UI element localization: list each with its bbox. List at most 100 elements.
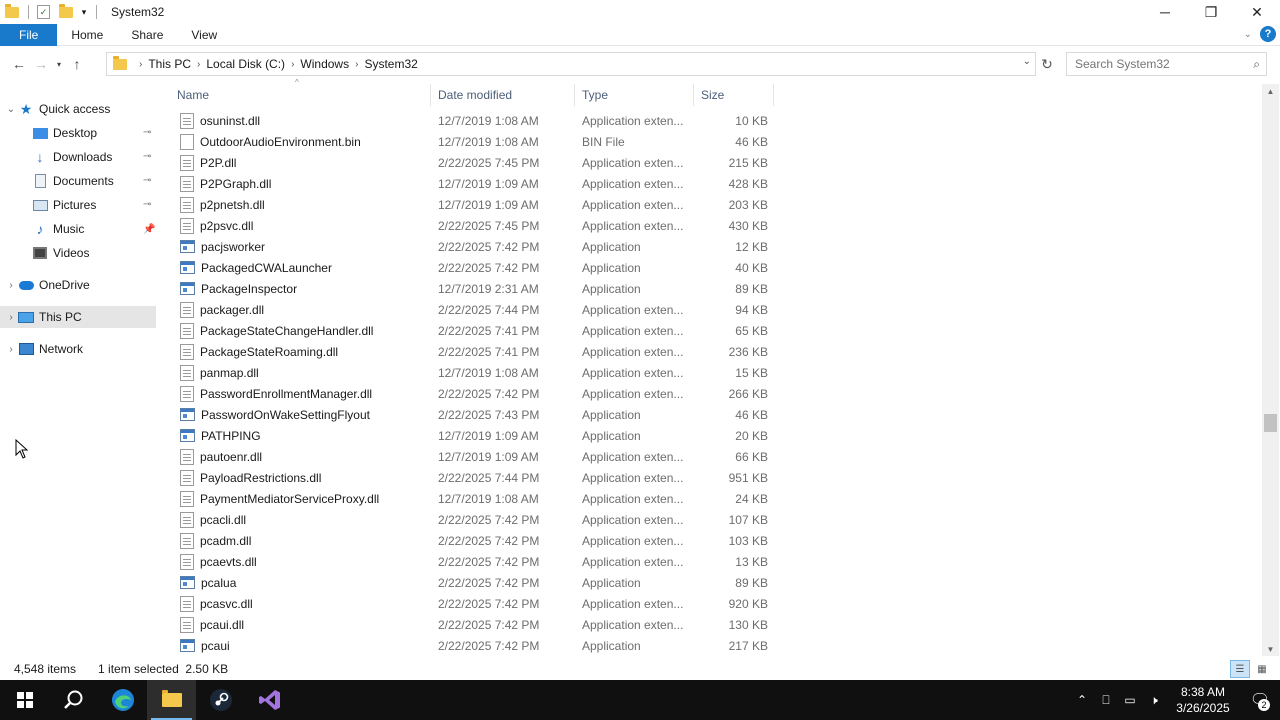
chevron-right-icon[interactable]: › [197,59,200,70]
file-name-cell[interactable]: PATHPING [170,429,431,443]
pin-icon[interactable]: ⊸ [143,127,151,138]
tab-share[interactable]: Share [117,24,177,46]
nav-network[interactable]: › Network [4,338,156,360]
table-row[interactable]: pcaui 2/22/2025 7:42 PM Application 217 KB [170,635,780,656]
file-name-cell[interactable]: pcacli.dll [170,511,431,528]
table-row[interactable]: p2psvc.dll 2/22/2025 7:45 PM Application e… [170,215,780,236]
table-row[interactable]: PackageInspector 12/7/2019 2:31 AM Applica… [170,278,780,299]
chevron-right-icon[interactable]: › [4,344,18,355]
table-row[interactable]: OutdoorAudioEnvironment.bin 12/7/2019 1:0… [170,131,780,152]
breadcrumb-windows[interactable]: Windows [300,57,349,71]
help-icon[interactable]: ? [1260,26,1276,42]
tab-view[interactable]: View [177,24,231,46]
minimize-button[interactable]: ─ [1142,0,1188,24]
nav-music[interactable]: ♪ Music [32,218,156,240]
file-name-cell[interactable]: pcaui [170,639,431,653]
tab-home[interactable]: Home [57,24,117,46]
file-name-cell[interactable]: pautoenr.dll [170,448,431,465]
file-name-cell[interactable]: PackageStateChangeHandler.dll [170,322,431,339]
nav-desktop[interactable]: Desktop [32,122,156,144]
table-row[interactable]: p2pnetsh.dll 12/7/2019 1:09 AM Application… [170,194,780,215]
nav-videos[interactable]: Videos [32,242,156,264]
file-name-cell[interactable]: p2psvc.dll [170,217,431,234]
properties-icon[interactable]: ✓ [37,5,50,19]
table-row[interactable]: PackageStateRoaming.dll 2/22/2025 7:41 PM… [170,341,780,362]
scrollbar-thumb[interactable] [1264,414,1277,432]
file-name-cell[interactable]: PasswordOnWakeSettingFlyout [170,408,431,422]
table-row[interactable]: pacjsworker 2/22/2025 7:42 PM Application 1… [170,236,780,257]
table-row[interactable]: pcadm.dll 2/22/2025 7:42 PM Application ex… [170,530,780,551]
search-icon[interactable]: ⌕ [1253,57,1260,72]
device-icon[interactable]: ⎕ [1094,693,1118,708]
table-row[interactable]: P2P.dll 2/22/2025 7:45 PM Application exte… [170,152,780,173]
table-row[interactable]: pcalua 2/22/2025 7:42 PM Application 89 KB [170,572,780,593]
edge-button[interactable] [98,680,147,720]
file-name-cell[interactable]: osuninst.dll [170,112,431,129]
customize-toolbar-icon[interactable]: ▾ [76,4,92,20]
breadcrumb-this-pc[interactable]: This PC [148,57,191,71]
file-name-cell[interactable]: pcaui.dll [170,616,431,633]
chevron-right-icon[interactable]: › [291,59,294,70]
close-button[interactable]: ✕ [1234,0,1280,24]
steam-button[interactable] [196,680,245,720]
file-name-cell[interactable]: PackagedCWALauncher [170,261,431,275]
file-name-cell[interactable]: PayloadRestrictions.dll [170,469,431,486]
file-name-cell[interactable]: pcaevts.dll [170,553,431,570]
visual-studio-button[interactable] [245,680,294,720]
nav-documents[interactable]: Documents [32,170,156,192]
pin-icon[interactable]: ⊸ [143,175,151,186]
details-view-button[interactable]: ☰ [1230,660,1250,678]
column-header-date[interactable]: Date modified [431,84,575,106]
file-name-cell[interactable]: P2P.dll [170,154,431,171]
file-name-cell[interactable]: PaymentMediatorServiceProxy.dll [170,490,431,507]
chevron-down-icon[interactable]: ⌄ [1023,56,1031,67]
breadcrumb-local-disk[interactable]: Local Disk (C:) [206,57,285,71]
file-name-cell[interactable]: PasswordEnrollmentManager.dll [170,385,431,402]
chevron-right-icon[interactable]: › [4,312,18,323]
nav-quick-access[interactable]: ⌄ ★ Quick access [4,98,156,120]
file-name-cell[interactable]: p2pnetsh.dll [170,196,431,213]
nav-this-pc[interactable]: › This PC [0,306,156,328]
column-header-size[interactable]: Size [694,84,774,106]
chevron-up-icon[interactable]: ⌃ [1070,693,1094,707]
file-name-cell[interactable]: P2PGraph.dll [170,175,431,192]
new-folder-icon[interactable] [58,3,74,20]
table-row[interactable]: pcacli.dll 2/22/2025 7:42 PM Application e… [170,509,780,530]
file-name-cell[interactable]: packager.dll [170,301,431,318]
column-header-type[interactable]: Type [575,84,694,106]
recent-locations-button[interactable]: ▾ [52,53,66,75]
large-icons-view-button[interactable]: ▦ [1252,660,1272,678]
file-name-cell[interactable]: panmap.dll [170,364,431,381]
restore-button[interactable]: ❐ [1188,0,1234,24]
file-name-cell[interactable]: pcadm.dll [170,532,431,549]
vertical-scrollbar[interactable]: ▲ ▼ [1262,84,1279,656]
forward-button[interactable]: → [30,53,52,75]
file-name-cell[interactable]: pacjsworker [170,240,431,254]
table-row[interactable]: pautoenr.dll 12/7/2019 1:09 AM Application… [170,446,780,467]
table-row[interactable]: panmap.dll 12/7/2019 1:08 AM Application e… [170,362,780,383]
breadcrumb-system32[interactable]: System32 [364,57,417,71]
chevron-right-icon[interactable]: › [4,280,18,291]
table-row[interactable]: PasswordOnWakeSettingFlyout 2/22/2025 7:4… [170,404,780,425]
network-status-icon[interactable]: ▭ [1118,693,1142,707]
file-explorer-button[interactable] [147,680,196,720]
table-row[interactable]: pcasvc.dll 2/22/2025 7:42 PM Application e… [170,593,780,614]
refresh-icon[interactable]: ↻ [1038,55,1056,73]
table-row[interactable]: PaymentMediatorServiceProxy.dll 12/7/2019… [170,488,780,509]
column-header-name[interactable]: ^ Name [170,78,431,106]
back-button[interactable]: ← [8,53,30,75]
tab-file[interactable]: File [0,23,58,46]
file-name-cell[interactable]: PackageStateRoaming.dll [170,343,431,360]
chevron-right-icon[interactable]: › [355,59,358,70]
file-name-cell[interactable]: pcasvc.dll [170,595,431,612]
table-row[interactable]: PasswordEnrollmentManager.dll 2/22/2025 7… [170,383,780,404]
chevron-down-icon[interactable]: ⌄ [4,104,18,115]
nav-pictures[interactable]: Pictures [32,194,156,216]
table-row[interactable]: PayloadRestrictions.dll 2/22/2025 7:44 PM… [170,467,780,488]
table-row[interactable]: PackageStateChangeHandler.dll 2/22/2025 7… [170,320,780,341]
clock[interactable]: 8:38 AM 3/26/2025 [1166,684,1240,716]
up-button[interactable]: ↑ [66,53,88,75]
nav-onedrive[interactable]: › OneDrive [4,274,156,296]
file-name-cell[interactable]: PackageInspector [170,282,431,296]
scroll-up-arrow[interactable]: ▲ [1262,84,1279,98]
